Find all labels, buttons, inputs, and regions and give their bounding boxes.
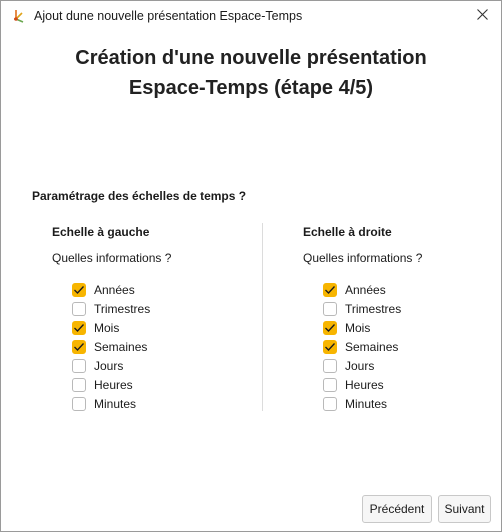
- right-option-minutes[interactable]: Minutes: [323, 394, 502, 413]
- checkbox-label: Semaines: [345, 339, 399, 354]
- checkbox-label: Heures: [94, 377, 133, 392]
- checkbox-label: Années: [345, 282, 386, 297]
- page-heading: Création d'une nouvelle présentation Esp…: [1, 43, 501, 103]
- right-scale-title: Echelle à droite: [303, 225, 392, 239]
- checkbox-label: Années: [94, 282, 135, 297]
- window-title: Ajout dune nouvelle présentation Espace-…: [34, 9, 303, 23]
- right-option-heures[interactable]: Heures: [323, 375, 502, 394]
- checkbox[interactable]: [72, 301, 86, 316]
- checkbox-label: Jours: [345, 358, 375, 373]
- right-option-mois[interactable]: Mois: [323, 318, 502, 337]
- next-button[interactable]: Suivant: [438, 495, 491, 523]
- checkbox[interactable]: [323, 320, 337, 335]
- right-scale-question: Quelles informations ?: [303, 251, 423, 265]
- checkbox-label: Mois: [345, 320, 371, 335]
- dialog-window: Ajout dune nouvelle présentation Espace-…: [0, 0, 502, 532]
- checkbox-label: Minutes: [94, 396, 137, 411]
- checkbox[interactable]: [323, 358, 337, 373]
- left-options-list: Années Trimestres Mois Semaines Jours He…: [72, 280, 252, 413]
- checkbox-label: Mois: [94, 320, 120, 335]
- left-option-minutes[interactable]: Minutes: [72, 394, 252, 413]
- heading-line-1: Création d'une nouvelle présentation: [75, 47, 427, 69]
- column-divider: [262, 223, 263, 411]
- left-option-jours[interactable]: Jours: [72, 356, 252, 375]
- checkbox-label: Trimestres: [94, 301, 151, 316]
- left-option-mois[interactable]: Mois: [72, 318, 252, 337]
- title-bar: Ajout dune nouvelle présentation Espace-…: [1, 1, 501, 32]
- left-option-trimestres[interactable]: Trimestres: [72, 299, 252, 318]
- previous-button[interactable]: Précédent: [362, 495, 432, 523]
- close-button[interactable]: [467, 3, 497, 29]
- checkbox[interactable]: [323, 339, 337, 354]
- checkbox[interactable]: [72, 396, 86, 411]
- app-logo-icon: [11, 9, 27, 25]
- left-option-heures[interactable]: Heures: [72, 375, 252, 394]
- checkbox[interactable]: [72, 358, 86, 373]
- left-scale-title: Echelle à gauche: [52, 225, 150, 239]
- checkbox[interactable]: [323, 301, 337, 316]
- checkbox[interactable]: [323, 377, 337, 392]
- checkbox-label: Jours: [94, 358, 124, 373]
- right-option-annees[interactable]: Années: [323, 280, 502, 299]
- checkbox-label: Semaines: [94, 339, 148, 354]
- right-scale-panel: Echelle à droite Quelles informations ? …: [303, 225, 502, 413]
- checkbox[interactable]: [323, 396, 337, 411]
- left-option-annees[interactable]: Années: [72, 280, 252, 299]
- checkbox[interactable]: [72, 377, 86, 392]
- right-options-list: Années Trimestres Mois Semaines Jours He…: [323, 280, 502, 413]
- checkbox[interactable]: [72, 339, 86, 354]
- left-scale-question: Quelles informations ?: [52, 251, 172, 265]
- right-option-trimestres[interactable]: Trimestres: [323, 299, 502, 318]
- right-option-semaines[interactable]: Semaines: [323, 337, 502, 356]
- checkbox-label: Heures: [345, 377, 384, 392]
- checkbox[interactable]: [72, 282, 86, 297]
- right-option-jours[interactable]: Jours: [323, 356, 502, 375]
- checkbox[interactable]: [72, 320, 86, 335]
- close-icon: [476, 7, 488, 25]
- checkbox-label: Trimestres: [345, 301, 402, 316]
- left-scale-panel: Echelle à gauche Quelles informations ? …: [52, 225, 252, 413]
- heading-line-2: Espace-Temps (étape 4/5): [128, 77, 374, 99]
- section-label: Paramétrage des échelles de temps ?: [32, 189, 247, 203]
- left-option-semaines[interactable]: Semaines: [72, 337, 252, 356]
- checkbox[interactable]: [323, 282, 337, 297]
- checkbox-label: Minutes: [345, 396, 388, 411]
